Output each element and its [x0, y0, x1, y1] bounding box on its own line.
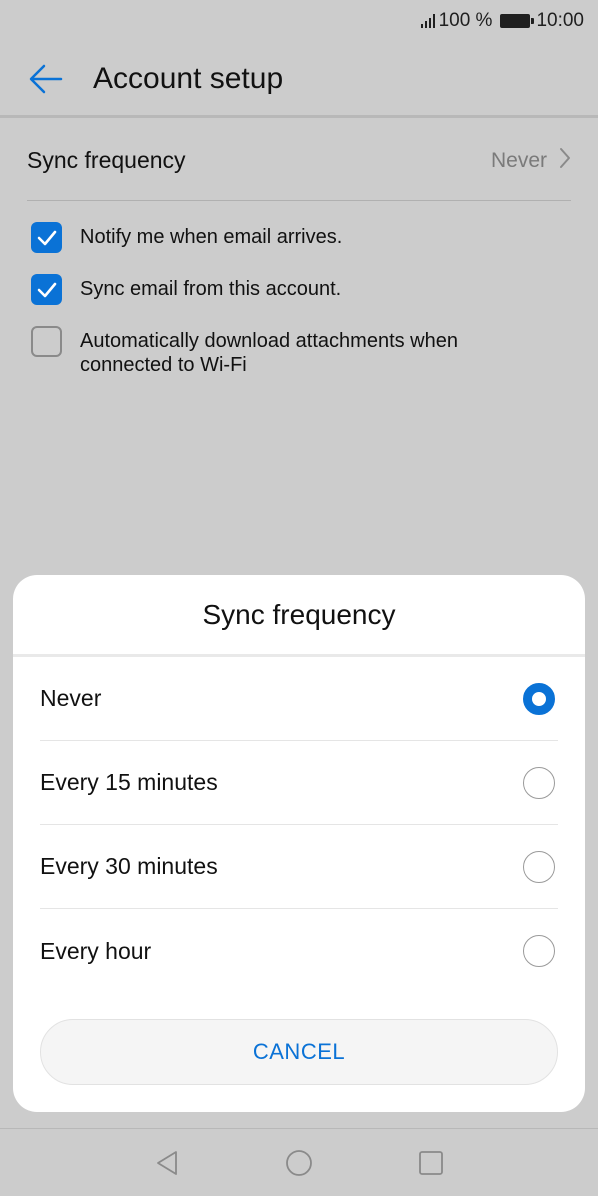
- sync-email-row[interactable]: Sync email from this account.: [31, 274, 571, 305]
- page-title: Account setup: [93, 61, 284, 95]
- sync-email-checkbox[interactable]: [31, 274, 62, 305]
- home-circle-icon[interactable]: [233, 1149, 365, 1177]
- auto-download-row[interactable]: Automatically download attachments when …: [31, 326, 571, 377]
- option-every-30-minutes[interactable]: Every 30 minutes: [40, 825, 558, 909]
- option-label: Never: [40, 685, 102, 711]
- settings-content: Sync frequency Never Notify me when emai…: [0, 121, 598, 377]
- clock: 10:00: [536, 10, 584, 31]
- battery-icon: [500, 14, 535, 28]
- notify-email-label: Notify me when email arrives.: [80, 226, 343, 248]
- option-label: Every 15 minutes: [40, 769, 218, 795]
- radio-button[interactable]: [523, 935, 555, 967]
- sync-email-label: Sync email from this account.: [80, 278, 342, 300]
- chevron-right-icon: [559, 147, 571, 175]
- recents-square-icon[interactable]: [365, 1150, 497, 1176]
- arrow-left-icon[interactable]: [14, 41, 78, 117]
- sync-frequency-dialog: Sync frequency Never Every 15 minutes Ev…: [13, 575, 585, 1112]
- option-every-hour[interactable]: Every hour: [40, 909, 558, 993]
- checkmark-icon: [37, 230, 56, 245]
- radio-button[interactable]: [523, 766, 555, 799]
- navigation-bar: [0, 1128, 598, 1196]
- app-bar: Account setup: [0, 42, 598, 118]
- status-bar: 100 % 10:00: [0, 0, 598, 42]
- sync-frequency-value: Never: [490, 148, 547, 172]
- battery-percentage: 100 %: [438, 10, 493, 31]
- checkmark-icon: [37, 282, 56, 297]
- signal-icon: [420, 14, 435, 28]
- dialog-title: Sync frequency: [13, 575, 585, 657]
- cancel-button[interactable]: CANCEL: [40, 1019, 558, 1085]
- option-label: Every 30 minutes: [40, 853, 218, 879]
- notify-email-checkbox[interactable]: [31, 222, 62, 253]
- radio-button[interactable]: [523, 682, 555, 715]
- auto-download-label: Automatically download attachments when …: [80, 330, 458, 376]
- sync-frequency-label: Sync frequency: [27, 147, 186, 173]
- sync-frequency-row[interactable]: Sync frequency Never: [27, 121, 571, 201]
- notify-email-row[interactable]: Notify me when email arrives.: [31, 222, 571, 253]
- back-triangle-icon[interactable]: [101, 1149, 233, 1177]
- option-never[interactable]: Never: [40, 657, 558, 741]
- radio-button[interactable]: [523, 850, 555, 883]
- screen: 100 % 10:00 Account setup Sync frequency…: [0, 0, 598, 1196]
- option-every-15-minutes[interactable]: Every 15 minutes: [40, 741, 558, 825]
- option-label: Every hour: [40, 937, 152, 964]
- auto-download-checkbox[interactable]: [31, 326, 62, 357]
- sync-frequency-value-wrap: Never: [491, 147, 571, 175]
